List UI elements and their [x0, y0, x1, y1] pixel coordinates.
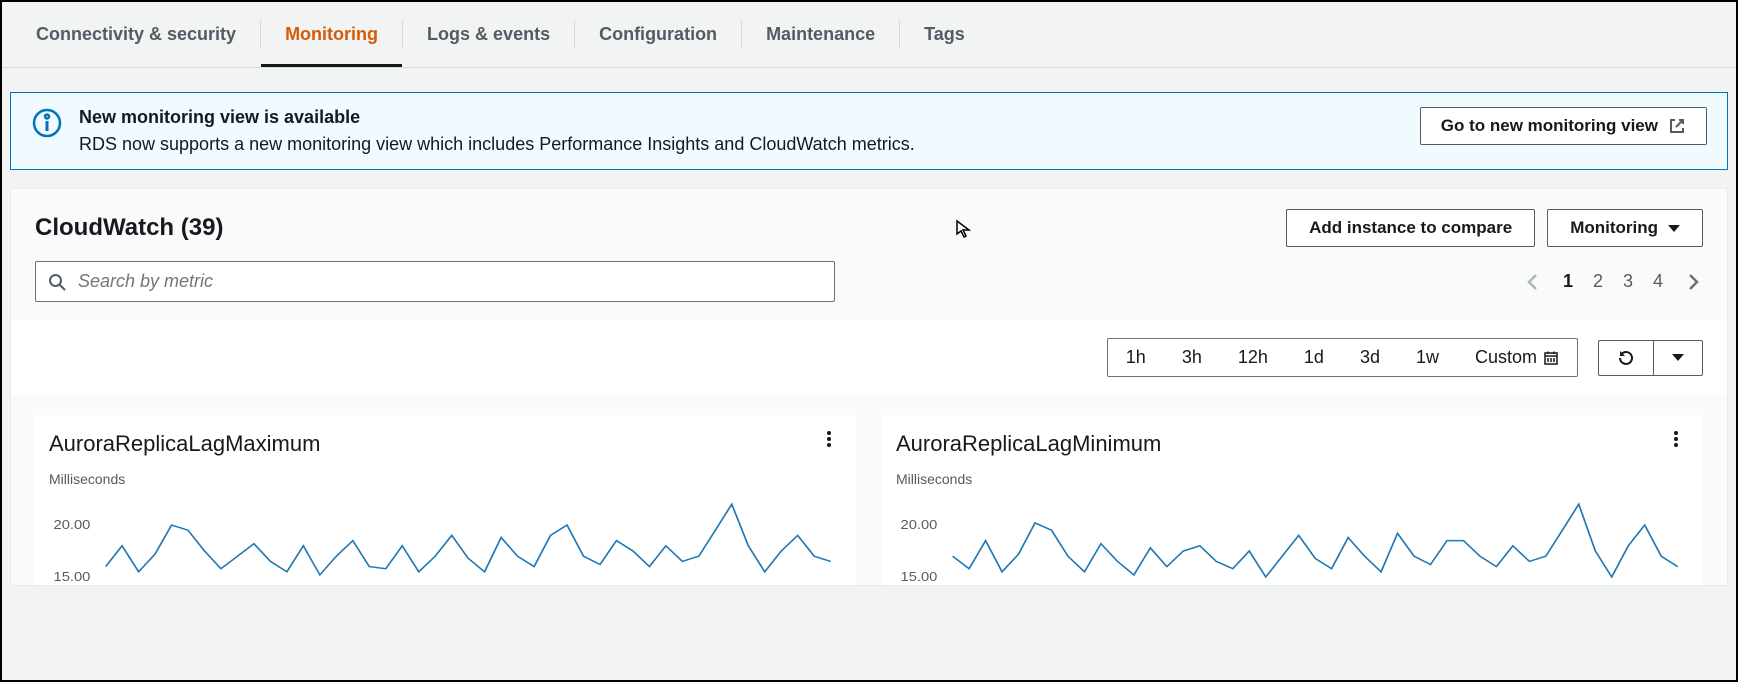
chart-plot-area: 20.00 15.00: [896, 495, 1689, 585]
chart-menu-button[interactable]: [1667, 431, 1685, 447]
time-range-3d[interactable]: 3d: [1342, 339, 1398, 376]
chart-card-aurora-replica-lag-minimum: AuroraReplicaLagMinimum Milliseconds 20.…: [882, 415, 1703, 585]
tab-tags[interactable]: Tags: [900, 2, 989, 67]
banner-title: New monitoring view is available: [79, 107, 1404, 128]
chart-title: AuroraReplicaLagMinimum: [896, 431, 1689, 457]
charts-row: AuroraReplicaLagMaximum Milliseconds 20.…: [11, 395, 1727, 585]
search-container: [35, 261, 835, 302]
time-range-1d[interactable]: 1d: [1286, 339, 1342, 376]
external-link-icon: [1668, 117, 1686, 135]
tab-configuration[interactable]: Configuration: [575, 2, 741, 67]
tab-connectivity-security[interactable]: Connectivity & security: [12, 2, 260, 67]
time-range-selector: 1h 3h 12h 1d 3d 1w Custom: [1107, 338, 1578, 377]
tabs-bar: Connectivity & security Monitoring Logs …: [2, 2, 1736, 68]
add-instance-to-compare-button[interactable]: Add instance to compare: [1286, 209, 1535, 247]
time-range-custom-label: Custom: [1475, 347, 1537, 368]
caret-down-icon: [1668, 225, 1680, 232]
pagination-page-3[interactable]: 3: [1623, 271, 1633, 292]
refresh-button[interactable]: [1598, 340, 1653, 376]
svg-text:20.00: 20.00: [54, 517, 91, 532]
banner-button-label: Go to new monitoring view: [1441, 116, 1658, 136]
add-instance-label: Add instance to compare: [1309, 218, 1512, 238]
search-icon: [48, 273, 66, 291]
svg-text:20.00: 20.00: [901, 517, 938, 532]
refresh-options-button[interactable]: [1653, 340, 1703, 376]
time-range-1h[interactable]: 1h: [1108, 339, 1164, 376]
go-to-new-view-button[interactable]: Go to new monitoring view: [1420, 107, 1707, 145]
pagination-page-1[interactable]: 1: [1563, 271, 1573, 292]
cloudwatch-panel: CloudWatch (39) Add instance to compare …: [10, 188, 1728, 586]
info-banner: New monitoring view is available RDS now…: [10, 92, 1728, 170]
tab-logs-events[interactable]: Logs & events: [403, 2, 574, 67]
chart-plot-area: 20.00 15.00: [49, 495, 842, 585]
pagination: 1 2 3 4: [1523, 271, 1703, 292]
monitoring-dropdown-button[interactable]: Monitoring: [1547, 209, 1703, 247]
time-range-1w[interactable]: 1w: [1398, 339, 1457, 376]
chart-title: AuroraReplicaLagMaximum: [49, 431, 842, 457]
pagination-page-2[interactable]: 2: [1593, 271, 1603, 292]
time-range-3h[interactable]: 3h: [1164, 339, 1220, 376]
panel-title: CloudWatch (39): [35, 214, 223, 242]
caret-down-icon: [1672, 354, 1684, 361]
svg-text:15.00: 15.00: [54, 569, 91, 584]
time-range-12h[interactable]: 12h: [1220, 339, 1286, 376]
chart-unit: Milliseconds: [49, 471, 842, 487]
pagination-next[interactable]: [1683, 272, 1703, 292]
time-range-custom[interactable]: Custom: [1457, 339, 1577, 376]
info-icon: [31, 107, 63, 139]
pagination-prev[interactable]: [1523, 272, 1543, 292]
calendar-icon: [1543, 350, 1559, 366]
refresh-icon: [1617, 349, 1635, 367]
banner-text: RDS now supports a new monitoring view w…: [79, 134, 1404, 155]
tab-maintenance[interactable]: Maintenance: [742, 2, 899, 67]
chart-unit: Milliseconds: [896, 471, 1689, 487]
chart-menu-button[interactable]: [820, 431, 838, 447]
pagination-page-4[interactable]: 4: [1653, 271, 1663, 292]
search-input[interactable]: [76, 270, 822, 293]
svg-text:15.00: 15.00: [901, 569, 938, 584]
tab-monitoring[interactable]: Monitoring: [261, 2, 402, 67]
chart-card-aurora-replica-lag-maximum: AuroraReplicaLagMaximum Milliseconds 20.…: [35, 415, 856, 585]
monitoring-dropdown-label: Monitoring: [1570, 218, 1658, 238]
